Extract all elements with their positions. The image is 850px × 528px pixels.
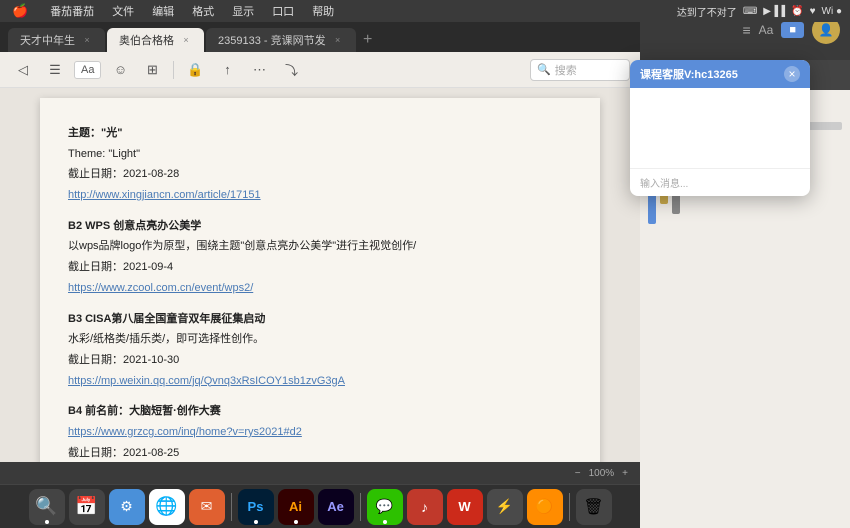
doc-line: 主题："光": [68, 124, 572, 143]
apple-menu[interactable]: 🍎: [8, 2, 32, 20]
dock: 🔍 📅 ⚙ 🌐 ✉ Ps Ai Ae 💬 ♪ W ⚡ 🟠 🗑: [0, 484, 640, 528]
menu-right-icon4: ♥: [810, 6, 816, 17]
font-aa-button[interactable]: Aa: [74, 61, 101, 79]
menu-right-icon2: ▶▐▐: [763, 6, 785, 17]
dock-trash[interactable]: 🗑: [576, 489, 612, 525]
chat-popup-placeholder: 输入消息...: [640, 175, 688, 190]
toolbar-separator: [173, 61, 174, 79]
export-button[interactable]: ⤵: [278, 57, 304, 83]
dock-netease[interactable]: ♪: [407, 489, 443, 525]
search-placeholder: 搜索: [555, 62, 577, 78]
dock-separator: [231, 493, 232, 521]
tab-1-close[interactable]: ×: [81, 34, 93, 46]
dock-wps[interactable]: W: [447, 489, 483, 525]
chat-popup: 课程客服V:hc13265 × 输入消息...: [630, 60, 810, 196]
dock-separator-3: [569, 493, 570, 521]
dock-wechat[interactable]: 💬: [367, 489, 403, 525]
dock-ae[interactable]: Ae: [318, 489, 354, 525]
dock-mail[interactable]: ✉: [189, 489, 225, 525]
tab-3-close[interactable]: ×: [332, 34, 344, 46]
tab-3[interactable]: 2359133 - 竞课网节发 ×: [206, 28, 356, 52]
dock-photoshop[interactable]: Ps: [238, 489, 274, 525]
doc-line: https://www.zcool.com.cn/event/wps2/: [68, 279, 572, 298]
dock-app2[interactable]: 🟠: [527, 489, 563, 525]
menu-item-view[interactable]: 显示: [228, 2, 258, 20]
doc-line: https://www.grzcg.com/inq/home?v=rys2021…: [68, 423, 572, 442]
zoom-plus[interactable]: +: [622, 468, 628, 479]
doc-line: 水彩/纸格类/插乐类/，即可选择性创作。: [68, 330, 572, 349]
menu-item-edit[interactable]: 编辑: [148, 2, 178, 20]
rp-header-icon3[interactable]: ■: [781, 22, 804, 38]
doc-line: 以wps品牌logo作为原型，围绕主题"创意点亮办公美学"进行主视觉创作/: [68, 237, 572, 256]
menu-left: 🍎 番茄番茄 文件 编辑 格式 显示 口口 帮助: [8, 2, 338, 20]
tab-1-label: 天才中年生: [20, 32, 75, 48]
menu-right-icon5: Wi ●: [822, 6, 842, 17]
chat-popup-close-button[interactable]: ×: [784, 66, 800, 82]
more-button[interactable]: ⋯: [246, 57, 272, 83]
menu-item-file[interactable]: 文件: [108, 2, 138, 20]
menu-item-format[interactable]: 格式: [188, 2, 218, 20]
menu-bar: 🍎 番茄番茄 文件 编辑 格式 显示 口口 帮助 达到了不对了 ⌨ ▶▐▐ ⏰ …: [0, 0, 850, 22]
menu-right-status: 达到了不对了: [677, 4, 737, 19]
dock-chrome[interactable]: 🌐: [149, 489, 185, 525]
doc-line: 截止日期：2021-08-25: [68, 444, 572, 463]
tab-2-label: 奥伯合格格: [119, 32, 174, 48]
menu-right-icon3: ⏰: [791, 6, 803, 17]
share-button[interactable]: ↑: [214, 57, 240, 83]
rp-header-icon2[interactable]: Aa: [759, 23, 774, 37]
menu-right-icon1: ⌨: [743, 6, 757, 17]
nav-sidebar-button[interactable]: ☰: [42, 57, 68, 83]
doc-line: B4 前名前：大脑短暂·创作大赛: [68, 402, 572, 421]
doc-line: B3 CISA第八届全国童音双年展征集启动: [68, 310, 572, 329]
zoom-indicator: 100%: [589, 468, 615, 479]
chat-popup-body: [630, 88, 810, 168]
doc-line: http://www.xingjiancn.com/article/17151: [68, 186, 572, 205]
chat-popup-header: 课程客服V:hc13265 ×: [630, 60, 810, 88]
table-button[interactable]: ⊞: [139, 57, 165, 83]
document-area: 主题："光" Theme: "Light"截止日期：2021-08-28 http:…: [0, 88, 640, 484]
rp-header-icon1[interactable]: ≡: [742, 22, 750, 38]
document-page: 主题："光" Theme: "Light"截止日期：2021-08-28 http:…: [40, 98, 600, 484]
lock-button[interactable]: 🔒: [182, 57, 208, 83]
tab-2-close[interactable]: ×: [180, 34, 192, 46]
doc-line: 截止日期：2021-08-28: [68, 165, 572, 184]
dock-calendar[interactable]: 📅: [69, 489, 105, 525]
search-icon: 🔍: [537, 63, 551, 76]
tab-add-button[interactable]: +: [358, 30, 378, 50]
status-right: − 100% +: [575, 468, 628, 479]
tab-bar: 天才中年生 × 奥伯合格格 × 2359133 - 竞课网节发 × +: [0, 22, 640, 52]
chat-popup-input-area[interactable]: 输入消息...: [630, 168, 810, 196]
nav-back-button[interactable]: ◁: [10, 57, 36, 83]
chat-popup-title: 课程客服V:hc13265: [640, 66, 738, 82]
dock-illustrator[interactable]: Ai: [278, 489, 314, 525]
dock-separator-2: [360, 493, 361, 521]
menu-item-insert[interactable]: 口口: [268, 2, 298, 20]
menu-item-help[interactable]: 帮助: [308, 2, 338, 20]
doc-line: B2 WPS 创意点亮办公美学: [68, 217, 572, 236]
toolbar: ◁ ☰ Aa ☺ ⊞ 🔒 ↑ ⋯ ⤵ 🔍 搜索: [0, 52, 640, 88]
tab-2[interactable]: 奥伯合格格 ×: [107, 28, 204, 52]
tab-1[interactable]: 天才中年生 ×: [8, 28, 105, 52]
menu-right: 达到了不对了 ⌨ ▶▐▐ ⏰ ♥ Wi ●: [677, 4, 842, 19]
doc-line: Theme: "Light": [68, 145, 572, 164]
tab-3-label: 2359133 - 竞课网节发: [218, 32, 326, 48]
doc-line: 截止日期：2021-09-4: [68, 258, 572, 277]
emoji-button[interactable]: ☺: [107, 57, 133, 83]
dock-finder[interactable]: 🔍: [29, 489, 65, 525]
doc-line: https://mp.weixin.qq.com/jq/Qvnq3xRsICOY…: [68, 372, 572, 391]
status-bar: − 100% +: [0, 462, 640, 484]
dock-system[interactable]: ⚙: [109, 489, 145, 525]
search-box[interactable]: 🔍 搜索: [530, 59, 630, 81]
dock-app1[interactable]: ⚡: [487, 489, 523, 525]
doc-line: 截止日期：2021-10-30: [68, 351, 572, 370]
menu-item-app[interactable]: 番茄番茄: [46, 2, 98, 20]
zoom-minus[interactable]: −: [575, 468, 581, 479]
